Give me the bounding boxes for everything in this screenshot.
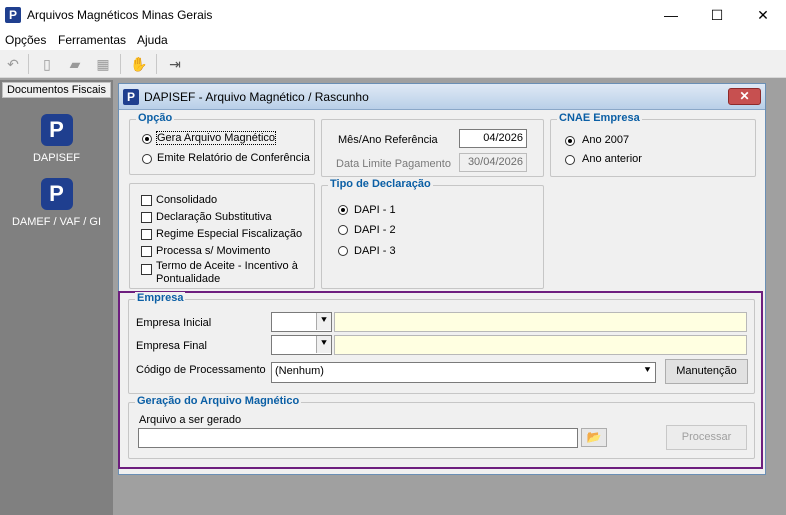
empresa-final-name-field <box>334 335 747 355</box>
app-title: Arquivos Magnéticos Minas Gerais <box>27 8 213 22</box>
geracao-group: Geração do Arquivo Magnético Arquivo a s… <box>128 395 755 459</box>
sidebar-header: Documentos Fiscais <box>2 82 111 98</box>
tipo-declaracao-group: Tipo de Declaração DAPI - 1 DAPI - 2 DAP… <box>321 178 544 289</box>
sidebar-item-dapisef[interactable]: P DAPISEF <box>0 114 113 164</box>
radio-emite-relatorio-label[interactable]: Emite Relatório de Conferência <box>157 152 310 164</box>
empresa-inicial-name-field <box>334 312 747 332</box>
checkbox-processa-sem-movimento-label[interactable]: Processa s/ Movimento <box>156 245 270 257</box>
radio-gera-arquivo[interactable] <box>142 134 152 144</box>
app-titlebar: P Arquivos Magnéticos Minas Gerais — ☐ ✕ <box>0 0 786 30</box>
checkbox-consolidado-label[interactable]: Consolidado <box>156 194 217 206</box>
child-close-button[interactable]: ✕ <box>728 88 761 105</box>
minimize-button[interactable]: — <box>648 0 694 30</box>
maximize-button[interactable]: ☐ <box>694 0 740 30</box>
empresa-group: Empresa Empresa Inicial ⯆ Empresa Final … <box>128 292 755 394</box>
child-logo-icon: P <box>123 89 139 105</box>
menubar: Opções Ferramentas Ajuda <box>0 30 786 50</box>
processar-button: Processar <box>666 425 747 450</box>
radio-dapi-1-label[interactable]: DAPI - 1 <box>354 204 396 216</box>
exit-door-icon[interactable]: ⇥ <box>164 53 186 75</box>
print-icon[interactable]: ▰ <box>64 53 86 75</box>
radio-ano-anterior[interactable] <box>565 155 575 165</box>
handshake-icon[interactable]: ✋ <box>128 53 150 75</box>
radio-ano-anterior-label[interactable]: Ano anterior <box>582 153 642 165</box>
flags-group: Consolidado Declaração Substitutiva Regi… <box>129 183 315 289</box>
radio-dapi-2[interactable] <box>338 225 348 235</box>
cnae-group: CNAE Empresa Ano 2007 Ano anterior <box>550 112 756 177</box>
empresa-final-label: Empresa Final <box>136 340 207 352</box>
sidebar-item-label: DAMEF / VAF / GI <box>11 216 102 228</box>
undo-icon[interactable]: ↶ <box>2 53 24 75</box>
geracao-legend: Geração do Arquivo Magnético <box>135 395 302 407</box>
radio-emite-relatorio[interactable] <box>142 154 152 164</box>
toolbar-separator <box>120 54 121 74</box>
checkbox-termo-aceite-label-2[interactable]: Pontualidade <box>156 273 220 285</box>
toolbar-separator <box>28 54 29 74</box>
arquivo-field[interactable] <box>138 428 578 448</box>
cnae-legend: CNAE Empresa <box>557 112 642 124</box>
radio-ano-2007[interactable] <box>565 136 575 146</box>
sidebar-item-damef[interactable]: P DAMEF / VAF / GI <box>0 178 113 228</box>
radio-gera-arquivo-label[interactable]: Gera Arquivo Magnético <box>155 131 277 145</box>
codigo-processamento-select[interactable]: (Nenhum) ⯆ <box>271 362 656 383</box>
empresa-legend: Empresa <box>135 292 186 304</box>
radio-dapi-3-label[interactable]: DAPI - 3 <box>354 245 396 257</box>
checkbox-regime-especial-label[interactable]: Regime Especial Fiscalização <box>156 228 302 240</box>
checkbox-declaracao-substitutiva[interactable] <box>141 212 152 223</box>
empresa-inicial-label: Empresa Inicial <box>136 317 212 329</box>
codigo-dropdown-icon[interactable]: ⯆ <box>640 363 655 380</box>
menu-ajuda[interactable]: Ajuda <box>137 33 168 47</box>
radio-dapi-2-label[interactable]: DAPI - 2 <box>354 224 396 236</box>
child-title: DAPISEF - Arquivo Magnético / Rascunho <box>144 90 369 104</box>
empresa-inicial-dropdown-icon[interactable]: ⯆ <box>316 313 331 330</box>
data-limite-field: 30/04/2026 <box>459 153 527 172</box>
empresa-inicial-combo[interactable]: ⯆ <box>271 312 332 332</box>
print-setup-icon[interactable]: ▦ <box>92 53 114 75</box>
empresa-final-combo[interactable]: ⯆ <box>271 335 332 355</box>
damef-icon: P <box>40 178 73 210</box>
empresa-final-dropdown-icon[interactable]: ⯆ <box>316 336 331 353</box>
radio-dapi-3[interactable] <box>338 246 348 256</box>
checkbox-consolidado[interactable] <box>141 195 152 206</box>
data-limite-label: Data Limite Pagamento <box>336 158 451 170</box>
menu-opcoes[interactable]: Opções <box>5 33 46 47</box>
toolbar-separator <box>156 54 157 74</box>
dapisef-icon: P <box>40 114 73 146</box>
arquivo-label: Arquivo a ser gerado <box>139 414 242 426</box>
radio-dapi-1[interactable] <box>338 205 348 215</box>
mes-ano-label: Mês/Ano Referência <box>338 134 438 146</box>
checkbox-processa-sem-movimento[interactable] <box>141 246 152 257</box>
opcao-group: Opção Gera Arquivo Magnético Emite Relat… <box>129 112 315 175</box>
opcao-legend: Opção <box>136 112 175 124</box>
radio-ano-2007-label[interactable]: Ano 2007 <box>582 134 629 146</box>
checkbox-declaracao-substitutiva-label[interactable]: Declaração Substitutiva <box>156 211 272 223</box>
checkbox-termo-aceite-label[interactable]: Termo de Aceite - Incentivo à <box>156 260 298 272</box>
folder-open-icon[interactable]: 📂 <box>581 428 607 447</box>
sidebar-item-label: DAPISEF <box>32 152 81 164</box>
page-icon[interactable]: ▯ <box>36 53 58 75</box>
toolbar: ↶ ▯ ▰ ▦ ✋ ⇥ <box>0 50 786 78</box>
tipo-legend: Tipo de Declaração <box>328 178 433 190</box>
mes-ano-field[interactable]: 04/2026 <box>459 129 527 148</box>
codigo-processamento-value: (Nenhum) <box>275 365 324 377</box>
referencia-group: Mês/Ano Referência 04/2026 Data Limite P… <box>321 119 544 177</box>
child-titlebar: P DAPISEF - Arquivo Magnético / Rascunho… <box>119 84 765 110</box>
checkbox-termo-aceite[interactable] <box>141 264 152 275</box>
checkbox-regime-especial[interactable] <box>141 229 152 240</box>
app-logo-icon: P <box>5 7 21 23</box>
menu-ferramentas[interactable]: Ferramentas <box>58 33 126 47</box>
close-button[interactable]: ✕ <box>740 0 786 30</box>
codigo-processamento-label: Código de Processamento <box>136 364 266 376</box>
manutencao-button[interactable]: Manutenção <box>665 359 748 384</box>
sidebar: Documentos Fiscais P DAPISEF P DAMEF / V… <box>0 80 113 515</box>
